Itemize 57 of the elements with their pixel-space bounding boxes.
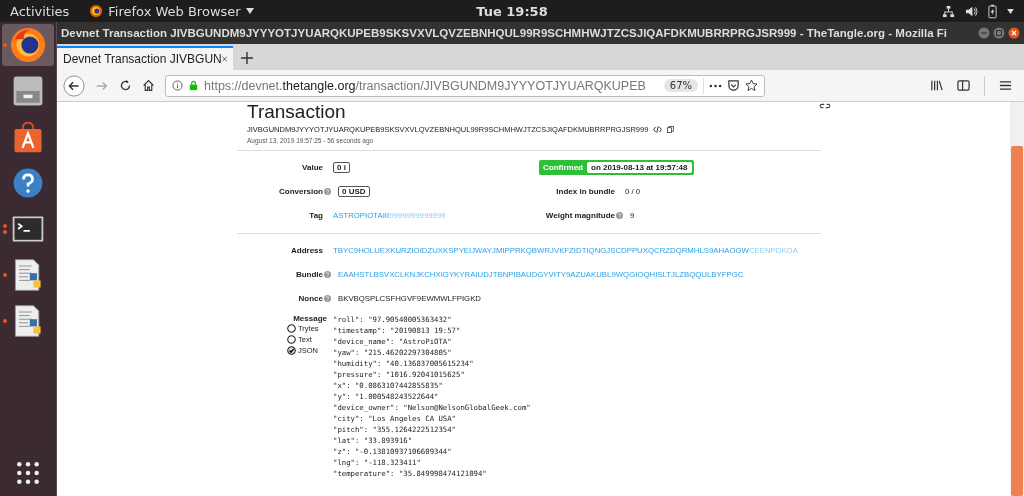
app-menu[interactable]: Firefox Web Browser [89, 3, 254, 19]
browser-tab[interactable]: Devnet Transaction JIVBGUN [57, 46, 233, 70]
sidebar-icon[interactable] [957, 79, 970, 92]
library-icon[interactable] [930, 79, 943, 92]
launcher-item[interactable] [2, 24, 54, 66]
lock-icon[interactable] [188, 80, 199, 91]
battery-icon[interactable] [988, 3, 997, 19]
field-label: Bundle [294, 269, 323, 279]
volume-icon[interactable] [965, 4, 978, 18]
url-field[interactable]: https://devnet.thetangle.org/transaction/JIVBGUNDM9JYYYOTJYUARQKUPEB 67% [165, 74, 765, 97]
activities-button[interactable]: Activities [10, 3, 70, 19]
scrollbar-thumb[interactable] [1011, 146, 1023, 496]
help-icon[interactable] [324, 187, 331, 195]
radio-icon[interactable] [287, 324, 296, 333]
radio-icon[interactable] [287, 346, 296, 355]
field-label: Message [292, 314, 327, 323]
star-icon[interactable] [745, 79, 758, 92]
network-icon[interactable] [942, 4, 955, 18]
app-grid-icon[interactable] [15, 460, 41, 486]
reload-icon[interactable] [119, 79, 132, 92]
window-title: Devnet Transaction JIVBGUNDM9JYYYOTJYUARQKUPEB9SKSVXVLQVZEBNHQUL99R9SCHMHWJTZCSJIQAFDKMUBRRPRGJSR999 - TheTangle.org - Mozilla Fi [61, 27, 949, 39]
field-label: Weight magnitude [544, 210, 615, 220]
code-icon[interactable] [653, 126, 663, 133]
menu-icon[interactable] [999, 79, 1012, 92]
radio-icon[interactable] [287, 335, 296, 344]
url-text: https://devnet.thetangle.org/transaction/JIVBGUNDM9JYYYOTJYUARQKUPEB [204, 78, 647, 93]
value-badge: 0 i [333, 161, 350, 173]
link-icon[interactable] [819, 102, 831, 110]
minimize-button[interactable] [978, 27, 990, 39]
home-icon[interactable] [142, 79, 155, 92]
copy-icon[interactable] [667, 126, 675, 133]
help-icon[interactable] [324, 294, 331, 302]
zoom-badge[interactable]: 67% [663, 79, 698, 92]
scrollbar[interactable] [1010, 102, 1024, 496]
help-icon[interactable] [616, 211, 623, 219]
close-icon[interactable] [221, 55, 227, 63]
more-icon[interactable] [709, 83, 722, 88]
field-label: Conversion [278, 186, 323, 196]
close-button[interactable] [1008, 27, 1020, 39]
field-label: Nonce [297, 293, 323, 303]
field-label: Tag [308, 210, 323, 220]
firefox-icon [9, 26, 47, 64]
firefox-icon [89, 4, 104, 18]
confirmed-badge: Confirmed on 2019-08-13 at 19:57:48 [539, 159, 694, 175]
clock[interactable]: Tue 19:58 [476, 3, 548, 19]
info-icon[interactable] [172, 80, 183, 91]
caret-icon[interactable] [245, 8, 254, 14]
pocket-icon[interactable] [727, 79, 740, 92]
back-button[interactable] [63, 74, 85, 97]
field-label: Address [290, 245, 323, 255]
field-label: Index in bundle [555, 186, 615, 196]
page-heading: Transaction [247, 102, 346, 122]
help-icon[interactable] [324, 270, 331, 278]
conversion-badge: 0 USD [338, 185, 370, 197]
new-tab-icon[interactable] [241, 52, 253, 64]
caret-icon[interactable] [1007, 8, 1014, 14]
field-label: Value [301, 162, 323, 172]
